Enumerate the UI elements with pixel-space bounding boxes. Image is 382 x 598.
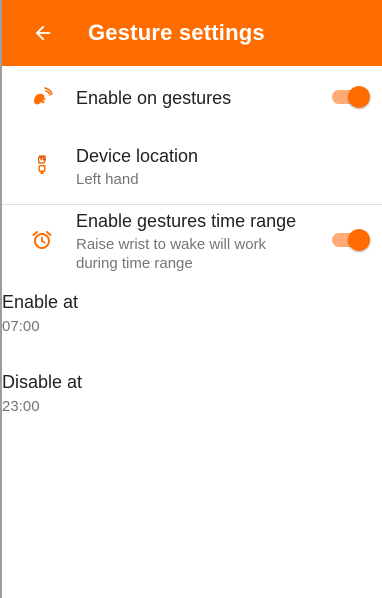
setting-disable-at[interactable]: Disable at 23:00 <box>2 368 382 432</box>
toggle-thumb <box>348 86 370 108</box>
setting-label: Disable at <box>2 372 83 392</box>
wave-hand-icon <box>34 87 53 105</box>
setting-value: Left hand <box>76 171 139 188</box>
setting-time-range[interactable]: Enable gestures time range Raise wrist t… <box>2 205 382 277</box>
setting-enable-on-gestures[interactable]: Enable on gestures <box>2 66 382 128</box>
setting-label: Device location <box>76 146 199 166</box>
page-title: Gesture settings <box>88 20 265 45</box>
time-range-toggle[interactable] <box>332 228 370 252</box>
alarm-clock-icon <box>32 231 52 249</box>
app-bar: Gesture settings <box>2 0 382 66</box>
setting-value: 23:00 <box>2 398 40 415</box>
watch-icon <box>37 155 46 174</box>
toggle-thumb <box>348 229 370 251</box>
setting-device-location[interactable]: Device location Left hand <box>2 128 382 204</box>
setting-description: Raise wrist to wake will work during tim… <box>76 236 267 272</box>
setting-enable-at[interactable]: Enable at 07:00 <box>2 288 382 352</box>
arrow-left-icon <box>35 25 51 41</box>
setting-value: 07:00 <box>2 318 40 335</box>
setting-label: Enable on gestures <box>76 88 232 108</box>
back-button[interactable] <box>26 16 60 50</box>
enable-on-gestures-toggle[interactable] <box>332 85 370 109</box>
setting-label: Enable at <box>2 292 79 312</box>
setting-label: Enable gestures time range <box>76 211 297 231</box>
